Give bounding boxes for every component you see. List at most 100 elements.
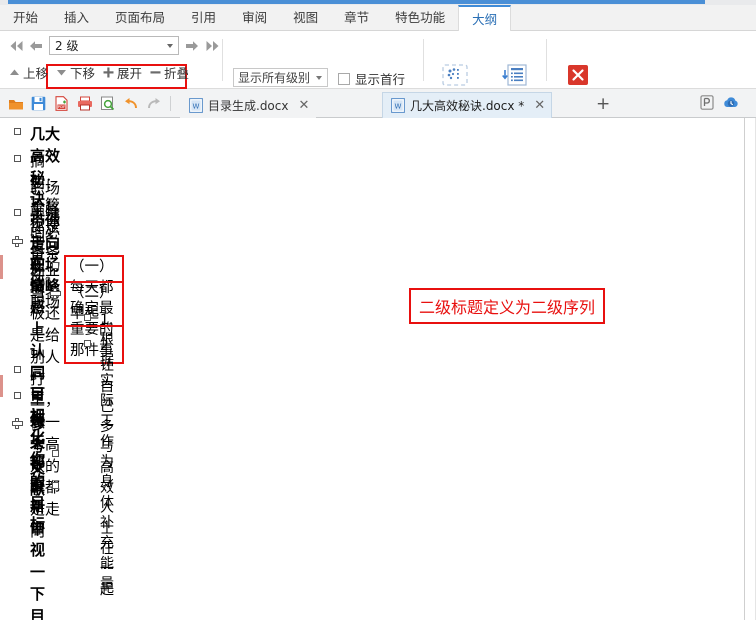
ribbon-tab-6[interactable]: 章节 (331, 5, 382, 30)
outline-bullet-square-icon[interactable] (80, 340, 94, 347)
chevron-down-icon (167, 44, 173, 48)
document-right-border (744, 118, 745, 620)
ribbon-tab-4[interactable]: 审阅 (229, 5, 280, 30)
bullet-square (13, 128, 21, 135)
outline-level-value: 2 级 (55, 39, 79, 53)
expand-button[interactable]: 展开 (100, 62, 147, 83)
close-x-icon (568, 65, 588, 85)
document-tab-2[interactable]: W 几大高效秘诀.docx * ✕ (382, 92, 553, 118)
document-tab-2-label: 几大高效秘诀.docx * (410, 99, 525, 113)
change-bar-bottom (0, 375, 3, 397)
document-tab-1-label: 目录生成.docx (208, 98, 289, 113)
bullet-plus (49, 288, 61, 299)
quick-access-toolbar: PDF (5, 93, 198, 114)
bullet-plus (11, 418, 23, 429)
promote-button[interactable] (26, 36, 46, 55)
toolbar-separator-1 (222, 39, 223, 81)
ribbon-tab-label: 引用 (191, 10, 217, 25)
pdf-badge-icon[interactable] (700, 95, 714, 110)
svg-text:W: W (193, 102, 200, 110)
quick-access-separator (170, 96, 171, 111)
toolbar-separator-2 (423, 39, 424, 81)
outline-level-controls: 2 级 (6, 36, 222, 55)
demote-to-body-button[interactable] (202, 36, 222, 55)
outline-bullet-square-icon[interactable] (48, 450, 62, 457)
checkbox-box (338, 72, 350, 85)
bullet-square (51, 450, 59, 457)
bullet-square (13, 209, 21, 216)
outline-expand-plus-icon[interactable] (10, 236, 24, 247)
expand-label: 展开 (117, 66, 143, 81)
bullet-square (83, 340, 91, 347)
document-tab-bar: PDF W 目录生成.docx ✕ W 几大高效秘诀.docx * ✕ + (0, 89, 756, 118)
document-tab-1[interactable]: W 目录生成.docx ✕ (180, 92, 317, 118)
ribbon-tab-7[interactable]: 特色功能 (382, 5, 458, 30)
outline-bullet-square-icon[interactable] (10, 209, 24, 216)
ribbon-tab-label: 章节 (344, 10, 370, 25)
undo-icon[interactable] (120, 93, 141, 114)
outline-level-select[interactable]: 2 级 (49, 36, 179, 55)
export-pdf-icon[interactable]: PDF (51, 93, 72, 114)
save-icon[interactable] (28, 93, 49, 114)
ribbon-tab-0[interactable]: 开始 (0, 5, 51, 30)
redo-icon[interactable] (143, 93, 164, 114)
ribbon-tab-label: 开始 (13, 10, 39, 25)
bullet-plus (11, 236, 23, 247)
show-first-line-checkbox[interactable]: 显示首行 (338, 69, 405, 88)
outline-bullet-square-icon[interactable] (10, 392, 24, 399)
show-first-line-label: 显示首行 (355, 72, 406, 87)
ribbon-tab-1[interactable]: 插入 (51, 5, 102, 30)
ribbon-tab-3[interactable]: 引用 (178, 5, 229, 30)
move-down-button[interactable]: 下移 (53, 62, 100, 83)
outline-bullet-square-icon[interactable] (80, 314, 94, 321)
outline-expand-plus-icon[interactable] (48, 288, 62, 299)
collapse-label: 折叠 (164, 66, 190, 81)
word-doc-icon: W (391, 98, 405, 113)
ribbon-tab-8[interactable]: 大纲 (458, 5, 512, 31)
ribbon-tab-label: 视图 (293, 10, 319, 25)
ribbon-tab-label: 页面布局 (115, 10, 166, 25)
outline-move-controls: 上移 下移 展开 折叠 (6, 62, 194, 83)
annotation-callout: 二级标题定义为二级序列 (409, 288, 606, 324)
cloud-sync-icon[interactable] (723, 95, 739, 110)
application-window: 开始 插入 页面布局 引用 审阅 视图 章节 特色功能 大纲 2 级 上移 下移… (0, 0, 756, 620)
ribbon-tab-bar: 开始 插入 页面布局 引用 审阅 视图 章节 特色功能 大纲 (0, 5, 756, 31)
bullet-square (83, 314, 91, 321)
outline-document-area[interactable]: 几大高效秘诀，带你走向职场巅峰 摘要：不管你是自己创业当老板还是给别人打工，做一个… (0, 118, 745, 620)
ribbon-tab-2[interactable]: 页面布局 (102, 5, 178, 30)
ribbon-tab-label: 插入 (64, 10, 90, 25)
change-bar-top (0, 255, 3, 279)
ribbon-tab-label: 大纲 (472, 12, 498, 27)
outline-bullet-square-icon[interactable] (10, 155, 24, 162)
outline-bullet-square-icon[interactable] (48, 262, 62, 269)
new-document-tab-button[interactable]: + (596, 96, 610, 113)
move-up-button[interactable]: 上移 (6, 62, 53, 83)
promote-to-heading1-button[interactable] (6, 36, 26, 55)
outline-bullet-square-icon[interactable] (10, 128, 24, 135)
word-doc-icon: W (189, 97, 203, 113)
bullet-square (13, 392, 21, 399)
chevron-down-icon (316, 76, 322, 80)
show-levels-select[interactable]: 显示所有级别 (233, 68, 328, 87)
outline-row-text: 2. 让自己多与高效人士在一起 (100, 338, 114, 598)
collapse-button[interactable]: 折叠 (147, 62, 194, 83)
document-tab-1-close-icon[interactable]: ✕ (298, 99, 309, 112)
outline-bullet-square-icon[interactable] (48, 482, 62, 489)
open-file-icon[interactable] (5, 93, 26, 114)
outline-row-text: （二）早起 (64, 281, 124, 328)
outline-row-text: 参考文献 (30, 415, 46, 499)
bullet-square (13, 155, 21, 162)
outline-bullet-square-icon[interactable] (10, 366, 24, 373)
ribbon-tab-label: 特色功能 (395, 10, 446, 25)
toolbar-separator-3 (546, 39, 547, 81)
move-up-label: 上移 (23, 66, 49, 81)
demote-button[interactable] (182, 36, 202, 55)
print-icon[interactable] (74, 93, 95, 114)
svg-text:PDF: PDF (58, 104, 65, 109)
print-preview-icon[interactable] (97, 93, 118, 114)
ribbon-tab-5[interactable]: 视图 (280, 5, 331, 30)
document-tab-2-close-icon[interactable]: ✕ (534, 99, 545, 112)
outline-expand-plus-icon[interactable] (10, 418, 24, 429)
outline-toolbar: 2 级 上移 下移 展开 折叠 显示所有级别 显示首行 (0, 31, 756, 111)
move-down-label: 下移 (70, 66, 96, 81)
